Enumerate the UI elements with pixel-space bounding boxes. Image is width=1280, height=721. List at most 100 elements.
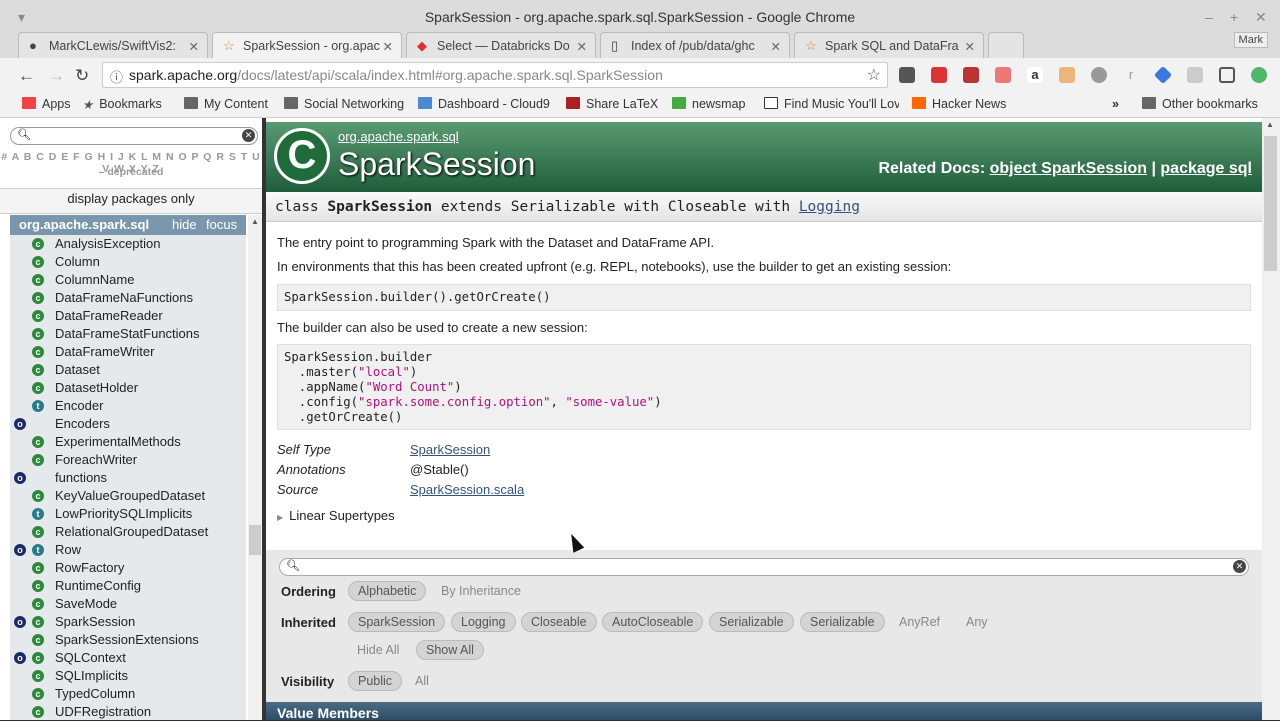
bookmark-newsmap[interactable]: newsmap: [672, 97, 746, 111]
package-path-link[interactable]: org.apache.spark.sql: [338, 129, 459, 144]
sidebar-item[interactable]: o functions: [10, 469, 246, 487]
class-icon[interactable]: c: [32, 292, 44, 304]
r-extension-icon[interactable]: r: [1123, 67, 1139, 83]
object-icon[interactable]: o: [14, 472, 26, 484]
sidebar-item-label[interactable]: UDFRegistration: [55, 703, 151, 721]
class-icon[interactable]: c: [32, 238, 44, 250]
sidebar-item[interactable]: c DataFrameStatFunctions: [10, 325, 246, 343]
class-icon[interactable]: c: [32, 382, 44, 394]
inherited-logging[interactable]: Logging: [451, 612, 516, 632]
more-bookmarks-icon[interactable]: »: [1112, 97, 1119, 111]
sidebar-item[interactable]: o c SparkSession: [10, 613, 246, 631]
face-extension-icon[interactable]: [1059, 67, 1075, 83]
source-link[interactable]: SparkSession.scala: [410, 482, 524, 497]
new-tab-button[interactable]: [988, 32, 1024, 58]
sidebar-item-label[interactable]: Row: [55, 541, 81, 559]
ordering-alphabetic[interactable]: Alphabetic: [348, 581, 427, 601]
hide-all-button[interactable]: Hide All: [348, 640, 408, 660]
object-icon[interactable]: o: [14, 616, 26, 628]
sidebar-item-label[interactable]: RuntimeConfig: [55, 577, 141, 595]
sidebar-item-label[interactable]: DataFrameReader: [55, 307, 163, 325]
forward-icon[interactable]: →: [48, 66, 65, 86]
class-icon[interactable]: c: [32, 364, 44, 376]
sidebar-item-label[interactable]: SparkSessionExtensions: [55, 631, 199, 649]
close-tab-icon[interactable]: ✕: [383, 39, 393, 54]
ordering-by-inheritance[interactable]: By Inheritance: [432, 581, 530, 601]
sidebar-item[interactable]: c ExperimentalMethods: [10, 433, 246, 451]
class-icon[interactable]: c: [32, 274, 44, 286]
main-scrollbar[interactable]: ▲: [1262, 118, 1280, 720]
sidebar-item[interactable]: c AnalysisException: [10, 235, 246, 253]
class-icon[interactable]: c: [32, 526, 44, 538]
sidebar-item[interactable]: c RowFactory: [10, 559, 246, 577]
class-icon[interactable]: c: [32, 580, 44, 592]
sidebar-item[interactable]: c Dataset: [10, 361, 246, 379]
tab-sparksession[interactable]: ☆ SparkSession - org.apac ✕: [212, 32, 402, 58]
sidebar-item[interactable]: t LowPrioritySQLImplicits: [10, 505, 246, 523]
self-type-link[interactable]: SparkSession: [410, 442, 490, 457]
sidebar-item[interactable]: c RuntimeConfig: [10, 577, 246, 595]
package-name[interactable]: org.apache.spark.sql: [19, 217, 149, 232]
sidebar-item[interactable]: o t Row: [10, 541, 246, 559]
book-extension-icon[interactable]: [963, 67, 979, 83]
hide-link[interactable]: hide: [172, 215, 197, 235]
clear-search-icon[interactable]: ✕: [242, 129, 255, 142]
member-search-input[interactable]: 🔍︎ ✕: [279, 558, 1249, 576]
bookmark-social-networking[interactable]: Social Networking: [284, 97, 404, 111]
object-icon[interactable]: o: [14, 652, 26, 664]
sidebar-item-label[interactable]: ExperimentalMethods: [55, 433, 181, 451]
trait-icon[interactable]: t: [32, 508, 44, 520]
scroll-up-icon[interactable]: ▲: [251, 217, 259, 226]
back-icon[interactable]: ←: [18, 66, 35, 86]
sidebar-item-label[interactable]: functions: [55, 469, 107, 487]
sidebar-item-label[interactable]: DataFrameWriter: [55, 343, 154, 361]
sidebar-item-label[interactable]: Encoders: [55, 415, 110, 433]
sidebar-item[interactable]: c SaveMode: [10, 595, 246, 613]
bookmark-bookmarks[interactable]: ★ Bookmarks: [82, 97, 162, 112]
object-icon[interactable]: o: [14, 544, 26, 556]
inherited-sparksession[interactable]: SparkSession: [348, 612, 446, 632]
class-icon[interactable]: c: [32, 562, 44, 574]
sidebar-item[interactable]: c DataFrameReader: [10, 307, 246, 325]
class-icon[interactable]: c: [32, 310, 44, 322]
class-icon[interactable]: c: [32, 688, 44, 700]
inherited-closeable[interactable]: Closeable: [521, 612, 597, 632]
bookmark-hacker-news[interactable]: Hacker News: [912, 97, 1006, 111]
sidebar-item[interactable]: c KeyValueGroupedDataset: [10, 487, 246, 505]
sidebar-item-label[interactable]: DataFrameNaFunctions: [55, 289, 193, 307]
sidebar-item-label[interactable]: RowFactory: [55, 559, 124, 577]
inherited-anyref[interactable]: AnyRef: [890, 612, 949, 632]
inherited-serializable[interactable]: Serializable: [709, 612, 794, 632]
sidebar-item[interactable]: t Encoder: [10, 397, 246, 415]
amazon-icon[interactable]: a: [1027, 67, 1043, 83]
pocket-icon[interactable]: [899, 67, 915, 83]
object-icon[interactable]: o: [14, 418, 26, 430]
bookmark-my-content[interactable]: My Content: [184, 97, 268, 111]
inherited-autocloseable[interactable]: AutoCloseable: [602, 612, 704, 632]
bookmark-cloud9[interactable]: Dashboard - Cloud9: [418, 97, 550, 111]
sidebar-item[interactable]: c SQLImplicits: [10, 667, 246, 685]
sidebar-item[interactable]: c Column: [10, 253, 246, 271]
sidebar-item-label[interactable]: ForeachWriter: [55, 451, 137, 469]
scroll-up-icon[interactable]: ▲: [1266, 120, 1274, 129]
class-icon[interactable]: c: [32, 616, 44, 628]
show-all-button[interactable]: Show All: [416, 640, 484, 660]
bookmark-other[interactable]: Other bookmarks: [1142, 97, 1258, 111]
close-tab-icon[interactable]: ✕: [577, 39, 587, 54]
bookmark-sharelatex[interactable]: Share LaTeX: [566, 97, 658, 111]
sidebar-item[interactable]: o c SQLContext: [10, 649, 246, 667]
inherited-any[interactable]: Any: [957, 612, 997, 632]
sidebar-item-label[interactable]: ColumnName: [55, 271, 134, 289]
close-tab-icon[interactable]: ✕: [189, 39, 199, 54]
class-icon[interactable]: c: [32, 670, 44, 682]
class-icon[interactable]: c: [32, 346, 44, 358]
trait-icon[interactable]: t: [32, 400, 44, 412]
sidebar-item[interactable]: c TypedColumn: [10, 685, 246, 703]
class-icon[interactable]: c: [32, 328, 44, 340]
linear-supertypes-toggle[interactable]: ▶ Linear Supertypes: [277, 508, 395, 523]
reload-icon[interactable]: ↻: [75, 66, 89, 86]
close-tab-icon[interactable]: ✕: [965, 39, 975, 54]
sidebar-item[interactable]: c DataFrameNaFunctions: [10, 289, 246, 307]
sidebar-item[interactable]: c DatasetHolder: [10, 379, 246, 397]
class-icon[interactable]: c: [32, 454, 44, 466]
